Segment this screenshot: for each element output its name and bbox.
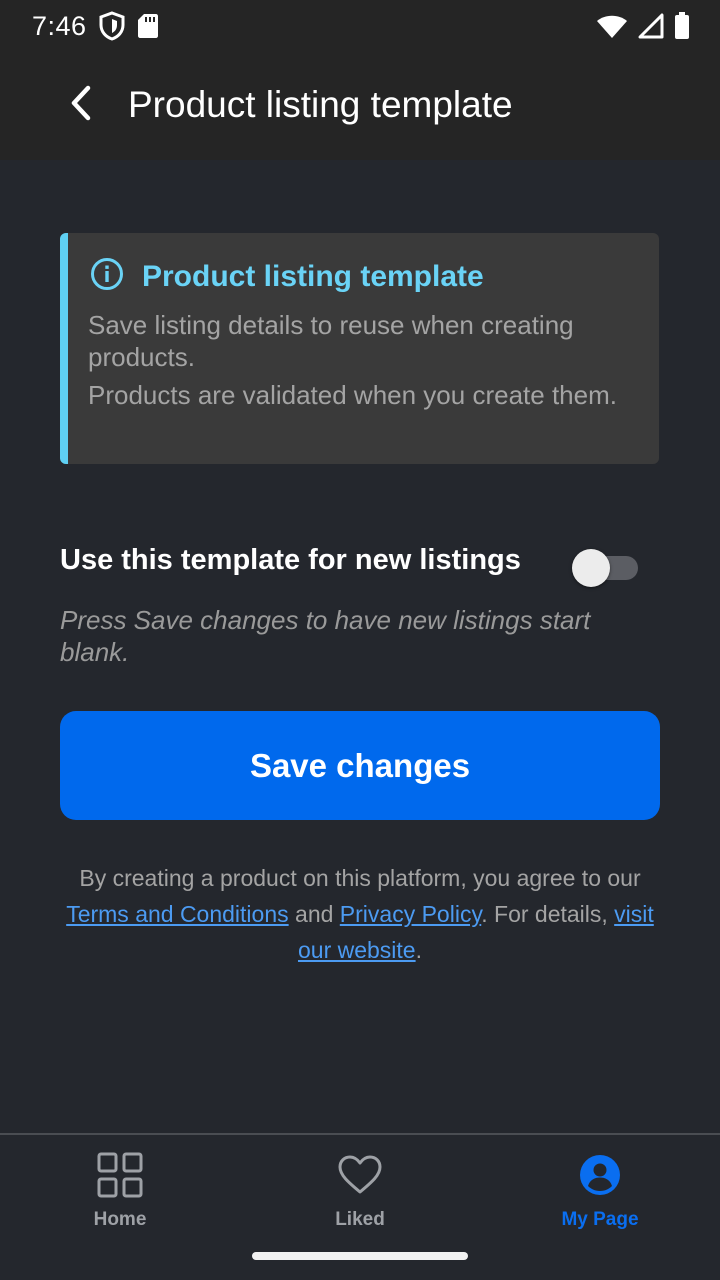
grid-icon <box>96 1151 144 1199</box>
nav-label-liked: Liked <box>335 1209 385 1230</box>
shield-icon <box>99 11 125 41</box>
template-toggle-hint: Press Save changes to have new listings … <box>60 605 591 667</box>
nav-item-home[interactable]: Home <box>40 1151 200 1241</box>
info-card-accent <box>60 233 68 464</box>
privacy-policy-link[interactable]: Privacy Policy <box>340 901 481 927</box>
legal-suffix: . <box>415 937 422 963</box>
page-title: Product listing template <box>128 84 513 125</box>
terms-link[interactable]: Terms and Conditions <box>66 901 288 927</box>
screen: 7:46 Product listing template Product li… <box>0 0 720 1280</box>
status-right <box>596 12 690 40</box>
template-toggle-label: Use this template for new listings <box>60 544 521 576</box>
info-icon <box>90 257 124 296</box>
nav-label-home: Home <box>93 1209 147 1230</box>
info-card-body: Save listing details to reuse when creat… <box>88 309 638 411</box>
info-card-header: Product listing template <box>90 257 484 296</box>
nav-item-my-page[interactable]: My Page <box>520 1151 680 1241</box>
legal-text: By creating a product on this platform, … <box>60 860 660 968</box>
chevron-left-icon <box>68 85 94 126</box>
back-button[interactable] <box>58 82 104 128</box>
sd-card-icon <box>137 13 159 39</box>
template-toggle-switch[interactable] <box>572 548 640 588</box>
legal-middle: . For details, <box>481 901 615 927</box>
status-time: 7:46 <box>32 10 87 41</box>
legal-and: and <box>288 901 340 927</box>
home-indicator[interactable] <box>252 1252 468 1260</box>
app-bar: Product listing template <box>0 52 720 160</box>
save-changes-button[interactable]: Save changes <box>60 711 660 820</box>
nav-item-liked[interactable]: Liked <box>280 1151 440 1241</box>
signal-icon <box>638 13 664 39</box>
info-card-line-2: Products are validated when you create t… <box>88 380 617 410</box>
toggle-thumb <box>572 549 610 587</box>
battery-icon <box>674 12 690 40</box>
nav-label-my-page: My Page <box>561 1209 639 1230</box>
heart-icon <box>336 1151 384 1199</box>
info-card-title: Product listing template <box>142 259 484 293</box>
info-card: Product listing template Save listing de… <box>60 233 659 464</box>
account-circle-icon <box>576 1151 624 1199</box>
status-bar: 7:46 <box>0 0 720 52</box>
wifi-icon <box>596 13 628 39</box>
legal-prefix: By creating a product on this platform, … <box>79 865 641 891</box>
info-card-line-1: Save listing details to reuse when creat… <box>88 310 574 372</box>
status-left: 7:46 <box>32 11 159 42</box>
